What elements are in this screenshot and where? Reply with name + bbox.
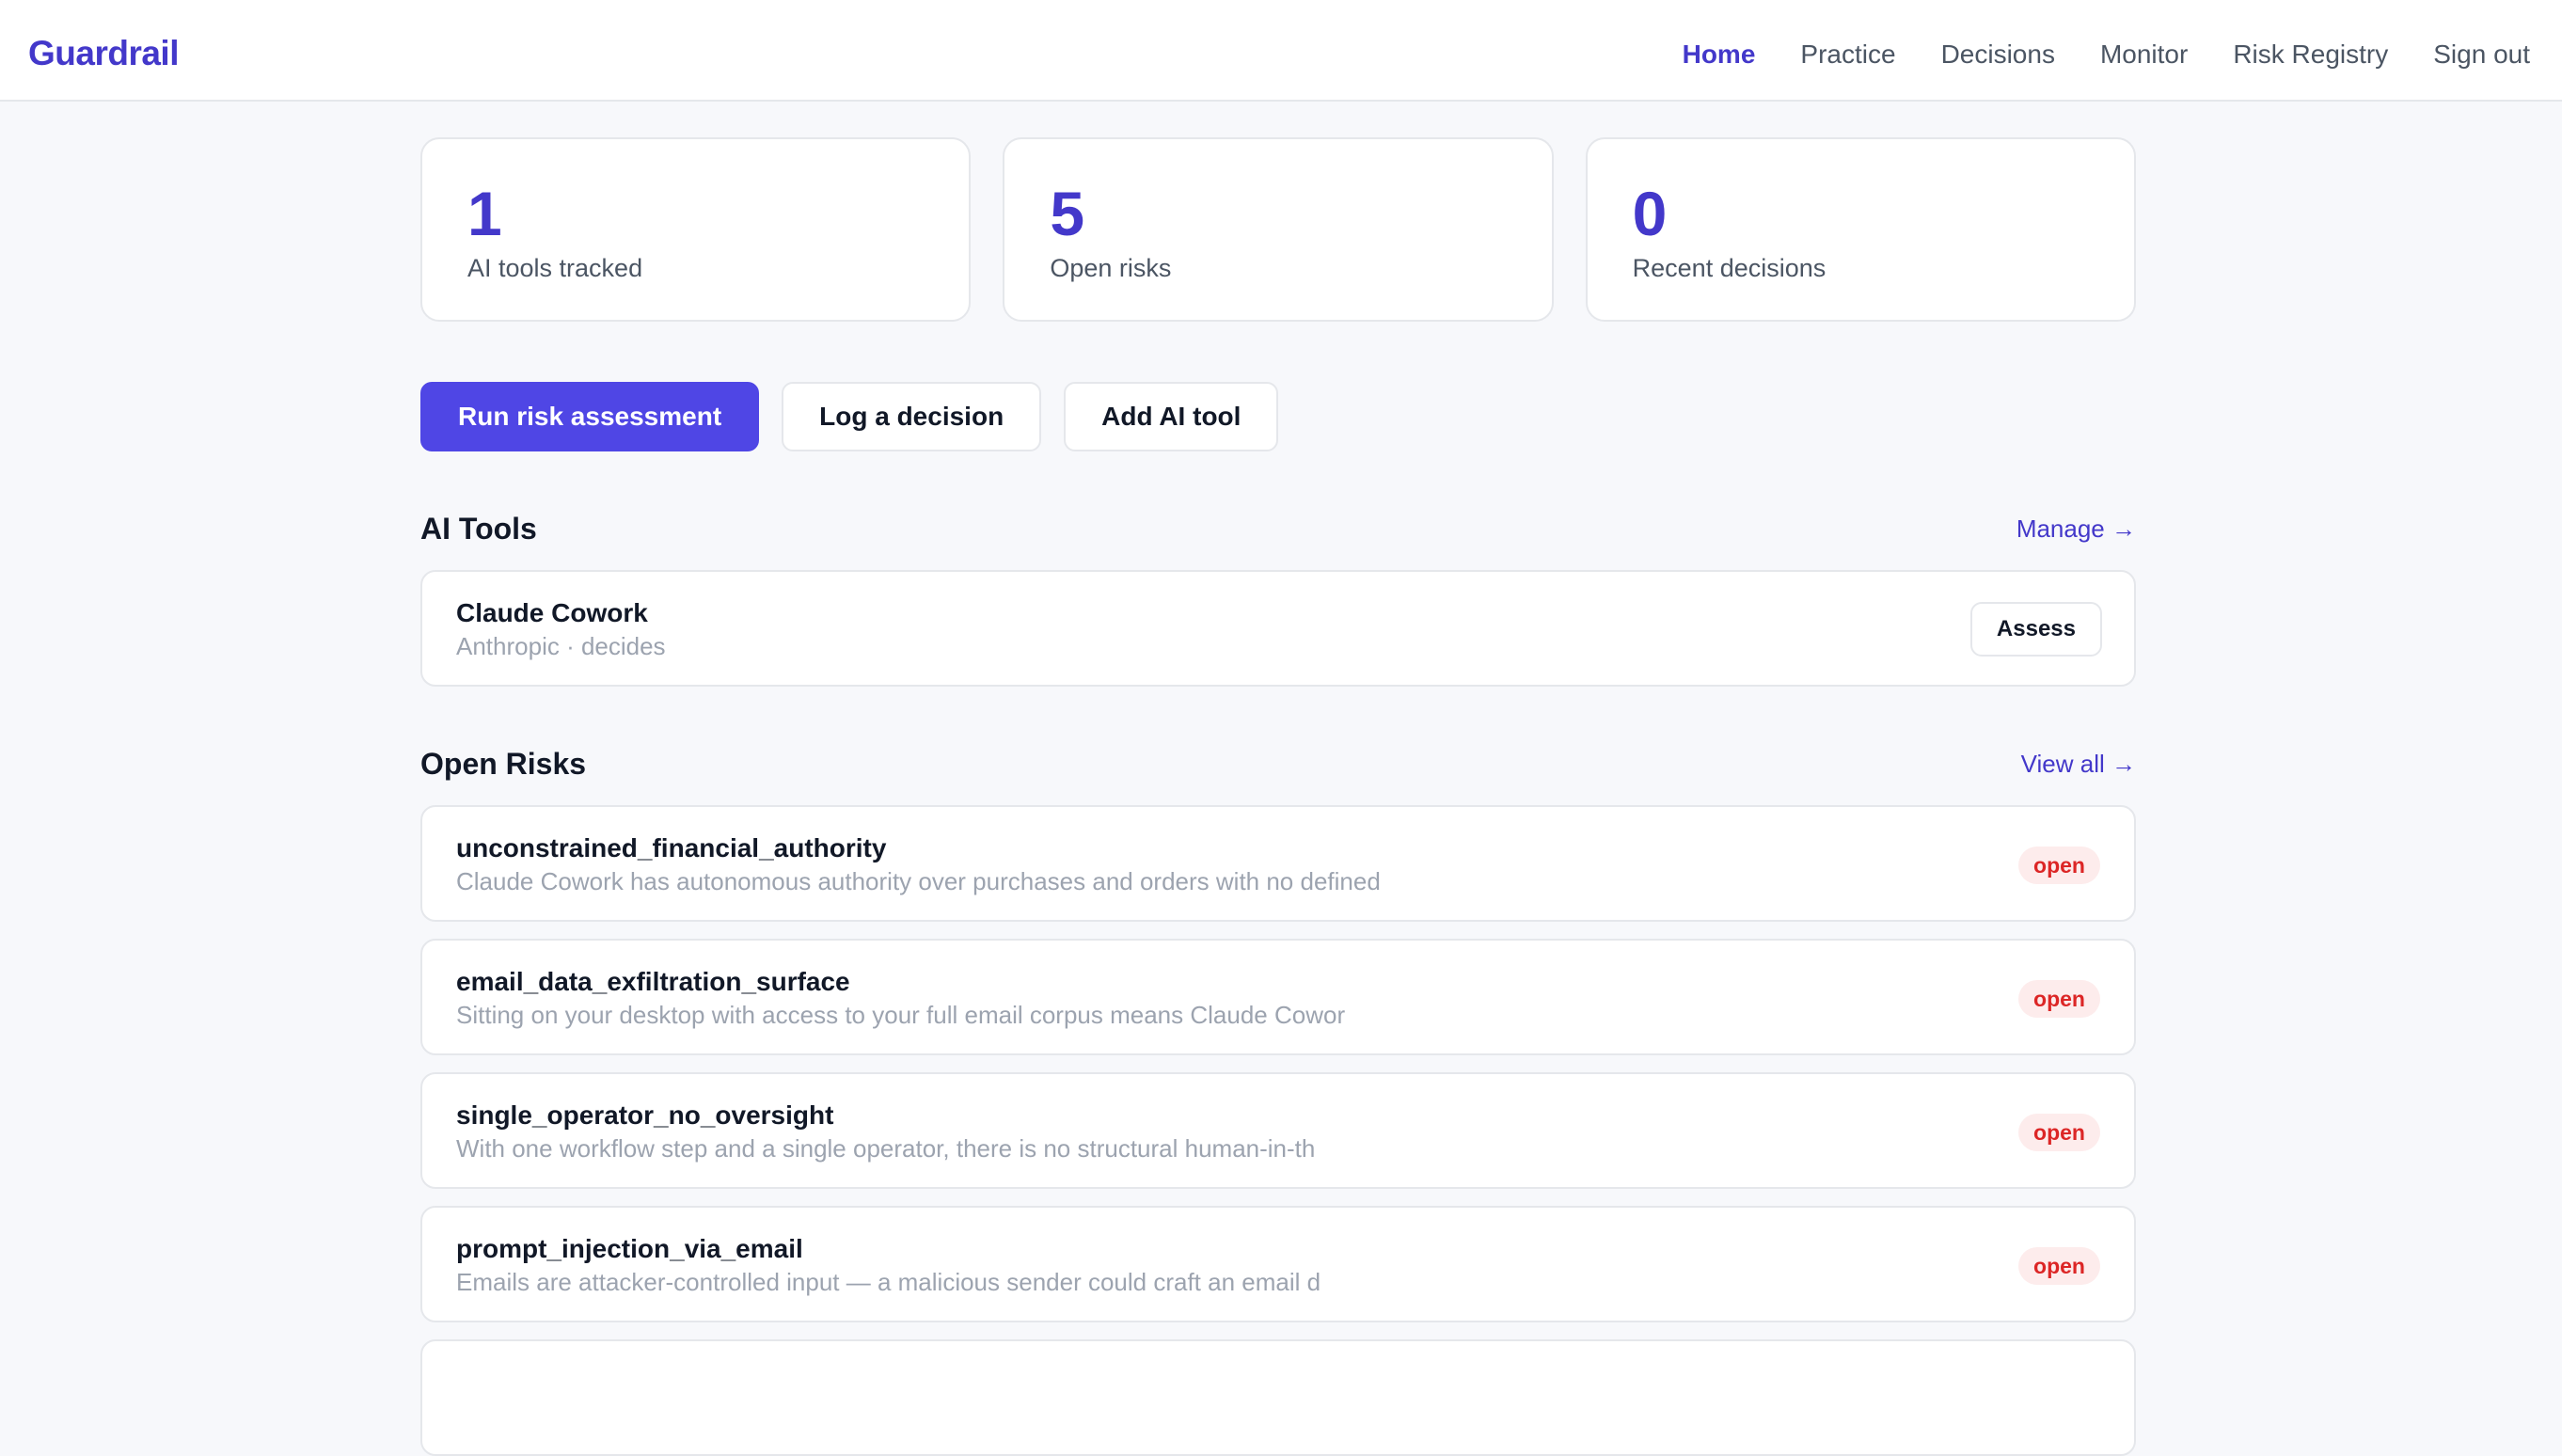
brand-logo[interactable]: Guardrail	[28, 34, 180, 73]
add-ai-tool-button[interactable]: Add AI tool	[1064, 382, 1279, 451]
ai-tools-section: AI Tools Manage → Claude Cowork Anthropi…	[420, 510, 2136, 687]
stat-value: 0	[1632, 179, 1668, 248]
status-badge: open	[2018, 1247, 2100, 1285]
open-risks-header: Open Risks View all →	[420, 745, 2136, 783]
risk-description: Sitting on your desktop with access to y…	[456, 1001, 1346, 1029]
ai-tool-name: Claude Cowork	[456, 598, 648, 627]
nav-practice[interactable]: Practice	[1800, 40, 1895, 70]
assess-button[interactable]: Assess	[1969, 602, 2102, 657]
ai-tool-item: Claude Cowork Anthropic · decides Assess	[420, 570, 2136, 687]
risk-name: single_operator_no_oversight	[456, 1100, 834, 1130]
top-navbar: Guardrail Home Practice Decisions Monito…	[0, 0, 2562, 102]
main-nav: Home Practice Decisions Monitor Risk Reg…	[1683, 40, 2530, 70]
log-decision-button[interactable]: Log a decision	[782, 382, 1042, 451]
stat-value: 1	[467, 179, 502, 248]
open-risks-title: Open Risks	[420, 746, 587, 781]
status-badge: open	[2018, 1114, 2100, 1151]
nav-monitor[interactable]: Monitor	[2100, 40, 2188, 70]
status-badge: open	[2018, 980, 2100, 1018]
risk-name: email_data_exfiltration_surface	[456, 967, 850, 996]
ai-tools-title: AI Tools	[420, 511, 537, 546]
manage-link[interactable]: Manage →	[2016, 514, 2136, 544]
risk-description: Claude Cowork has autonomous authority o…	[456, 867, 1381, 895]
nav-sign-out[interactable]: Sign out	[2433, 40, 2530, 70]
open-risks-section: Open Risks View all → unconstrained_fina…	[420, 745, 2136, 1456]
run-risk-assessment-button[interactable]: Run risk assessment	[420, 382, 760, 451]
risk-list: unconstrained_financial_authority Claude…	[420, 805, 2136, 1456]
action-buttons: Run risk assessment Log a decision Add A…	[420, 382, 2136, 451]
risk-description: Emails are attacker-controlled input — a…	[456, 1268, 1321, 1296]
risk-item[interactable]: single_operator_no_oversight With one wo…	[420, 1072, 2136, 1189]
ai-tool-subtitle: Anthropic · decides	[456, 632, 666, 660]
stat-card-recent-decisions: 0 Recent decisions	[1585, 137, 2136, 322]
risk-item[interactable]: prompt_injection_via_email Emails are at…	[420, 1206, 2136, 1322]
stat-value: 5	[1050, 179, 1085, 248]
risk-item-partial[interactable]	[420, 1339, 2136, 1456]
risk-name: prompt_injection_via_email	[456, 1234, 803, 1263]
stats-row: 1 AI tools tracked 5 Open risks 0 Recent…	[420, 137, 2136, 322]
stat-label: Recent decisions	[1632, 254, 1827, 282]
ai-tools-header: AI Tools Manage →	[420, 510, 2136, 547]
stat-label: AI tools tracked	[467, 254, 643, 282]
view-all-link[interactable]: View all →	[2021, 750, 2136, 779]
nav-decisions[interactable]: Decisions	[1941, 40, 2055, 70]
risk-name: unconstrained_financial_authority	[456, 833, 887, 863]
nav-risk-registry[interactable]: Risk Registry	[2233, 40, 2388, 70]
risk-description: With one workflow step and a single oper…	[456, 1134, 1316, 1163]
stat-card-open-risks: 5 Open risks	[1003, 137, 1554, 322]
dashboard-main: 1 AI tools tracked 5 Open risks 0 Recent…	[420, 137, 2136, 1456]
stat-label: Open risks	[1050, 254, 1172, 282]
risk-item[interactable]: unconstrained_financial_authority Claude…	[420, 805, 2136, 922]
stat-card-ai-tools: 1 AI tools tracked	[420, 137, 972, 322]
risk-item[interactable]: email_data_exfiltration_surface Sitting …	[420, 939, 2136, 1055]
nav-home[interactable]: Home	[1683, 40, 1756, 70]
status-badge: open	[2018, 847, 2100, 884]
